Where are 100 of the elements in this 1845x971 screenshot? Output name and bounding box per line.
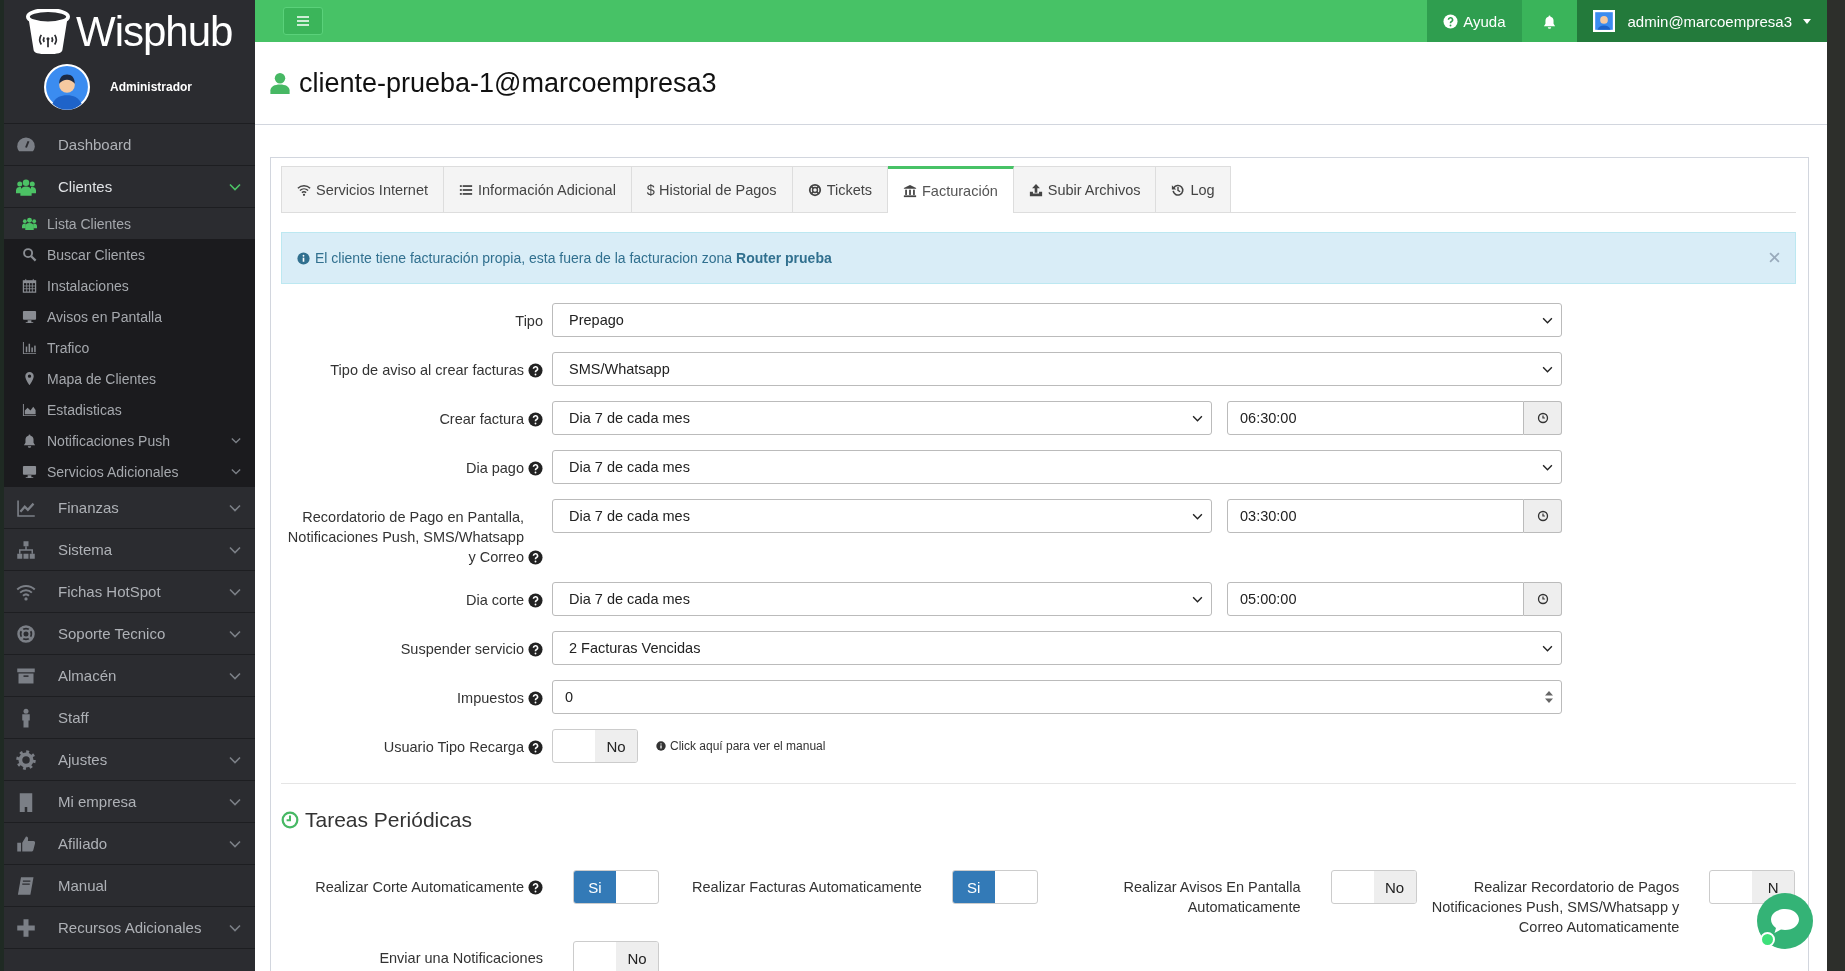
spinner-icon	[1545, 691, 1553, 703]
dropdown[interactable]: Dia 7 de cada mes	[552, 499, 1212, 533]
dropdown[interactable]: Dia 7 de cada mes	[552, 401, 1212, 435]
menu-icon	[297, 16, 309, 26]
sidebar-item[interactable]: Mi empresa	[4, 781, 255, 823]
chat-button[interactable]	[1757, 893, 1813, 949]
sidebar-item[interactable]: Almacén	[4, 655, 255, 697]
toggle-switch[interactable]: Si	[573, 870, 659, 904]
help-icon	[528, 461, 543, 476]
sidebar-item[interactable]: Manual	[4, 865, 255, 907]
dropdown[interactable]: Dia 7 de cada mes	[552, 582, 1212, 616]
book-icon	[16, 875, 36, 896]
submenu-item[interactable]: Servicios Adicionales	[4, 456, 255, 487]
time-field[interactable]: 06:30:00	[1227, 401, 1524, 435]
close-button[interactable]	[1769, 252, 1781, 264]
dropdown[interactable]: SMS/Whatsapp	[552, 352, 1562, 386]
help-icon	[528, 412, 543, 427]
toggle-switch[interactable]: Si	[951, 870, 1038, 904]
time-picker-button[interactable]	[1524, 401, 1562, 435]
chevron-icon	[1542, 644, 1553, 652]
sidebar-item[interactable]: Finanzas	[4, 487, 255, 529]
chevron-icon	[229, 839, 241, 848]
tab[interactable]: Servicios Internet	[281, 166, 445, 212]
submenu-item[interactable]: Avisos en Pantalla	[4, 301, 255, 332]
calendar-icon	[22, 278, 37, 293]
chevron-icon	[1542, 463, 1553, 471]
submenu-item[interactable]: Lista Clientes	[4, 208, 255, 239]
field-label: Dia pago	[465, 459, 524, 478]
dropdown[interactable]: Prepago	[552, 303, 1562, 337]
chevron-icon	[1192, 414, 1203, 422]
submenu-item[interactable]: Estadisticas	[4, 394, 255, 425]
online-dot	[1760, 932, 1775, 947]
clock-icon	[281, 811, 299, 829]
plus-icon	[16, 917, 36, 938]
manual-link[interactable]: Click aquí para ver el manual	[656, 739, 826, 753]
task-label: Realizar Corte Automaticamente	[315, 878, 524, 897]
submenu-item[interactable]: Notificaciones Push	[4, 425, 255, 456]
tab[interactable]: Log	[1156, 166, 1231, 212]
map-pin-icon	[22, 371, 37, 386]
dropdown[interactable]: 2 Facturas Vencidas	[552, 631, 1562, 665]
submenu-item[interactable]: Instalaciones	[4, 270, 255, 301]
toggle-switch[interactable]: No	[573, 941, 659, 971]
toggle-switch[interactable]: N	[1709, 870, 1796, 904]
tab[interactable]: Facturación	[888, 166, 1014, 213]
bell-icon	[1541, 13, 1557, 29]
chevron-icon	[231, 437, 241, 444]
clock-icon	[1536, 593, 1549, 605]
clock-icon	[1536, 510, 1549, 522]
dropdown[interactable]: Dia 7 de cada mes	[552, 450, 1562, 484]
toggle-switch[interactable]: No	[552, 729, 638, 763]
help-icon	[528, 691, 543, 706]
submenu-item[interactable]: Trafico	[4, 332, 255, 363]
user-menu[interactable]: admin@marcoempresa3	[1576, 0, 1827, 42]
tab[interactable]: Información Adicional	[444, 166, 632, 212]
time-field[interactable]: 03:30:00	[1227, 499, 1524, 533]
tab[interactable]: $ Historial de Pagos	[631, 166, 793, 212]
user-icon	[269, 72, 291, 94]
chevron-icon	[229, 797, 241, 806]
users-icon	[16, 176, 36, 197]
chevron-icon	[229, 182, 241, 191]
gear-icon	[16, 749, 36, 770]
sidebar-item[interactable]: Fichas HotSpot	[4, 571, 255, 613]
time-picker-button[interactable]	[1524, 582, 1562, 616]
sidebar-item[interactable]: Recursos Adicionales	[4, 907, 255, 949]
help-icon	[528, 740, 543, 755]
alert-message: El cliente tiene facturación propia, esta fuera de la facturacion zona Router prueba	[315, 250, 833, 266]
submenu-item[interactable]: Buscar Clientes	[4, 239, 255, 270]
field-label: Crear factura	[439, 410, 524, 429]
sidebar-item[interactable]: Staff	[4, 697, 255, 739]
toggle-switch[interactable]: No	[1330, 870, 1417, 904]
submenu-item[interactable]: Mapa de Clientes	[4, 363, 255, 394]
tab[interactable]: Tickets	[792, 166, 888, 212]
help-icon	[528, 363, 543, 378]
chevron-icon	[1192, 595, 1203, 603]
field-label: Dia corte	[465, 591, 524, 610]
sidebar-item[interactable]: Afiliado	[4, 823, 255, 865]
menu-button[interactable]	[283, 7, 323, 35]
chevron-icon	[229, 755, 241, 764]
chevron-icon	[229, 545, 241, 554]
notifications-button[interactable]	[1521, 0, 1577, 42]
bar-chart-icon	[22, 340, 37, 355]
number-field[interactable]: 0	[552, 680, 1562, 714]
sidebar-item[interactable]: Sistema	[4, 529, 255, 571]
help-icon	[528, 550, 543, 565]
field-label: Tipo de aviso al crear facturas	[330, 361, 524, 380]
field-label: Tipo	[515, 312, 543, 331]
users-icon	[22, 216, 37, 231]
time-picker-button[interactable]	[1524, 499, 1562, 533]
section-title: Tareas Periódicas	[305, 808, 472, 832]
area-chart-icon	[22, 402, 37, 417]
sidebar-item[interactable]: Ajustes	[4, 739, 255, 781]
bank-icon	[903, 184, 917, 198]
sidebar-item[interactable]: Dashboard	[4, 124, 255, 166]
list-icon	[459, 182, 474, 197]
page-title: cliente-prueba-1@marcoempresa3	[299, 67, 717, 99]
speech-bubble-icon	[1770, 908, 1800, 934]
time-field[interactable]: 05:00:00	[1227, 582, 1524, 616]
sidebar-item[interactable]: Soporte Tecnico	[4, 613, 255, 655]
tab[interactable]: Subir Archivos	[1013, 166, 1157, 212]
chevron-icon	[229, 671, 241, 680]
